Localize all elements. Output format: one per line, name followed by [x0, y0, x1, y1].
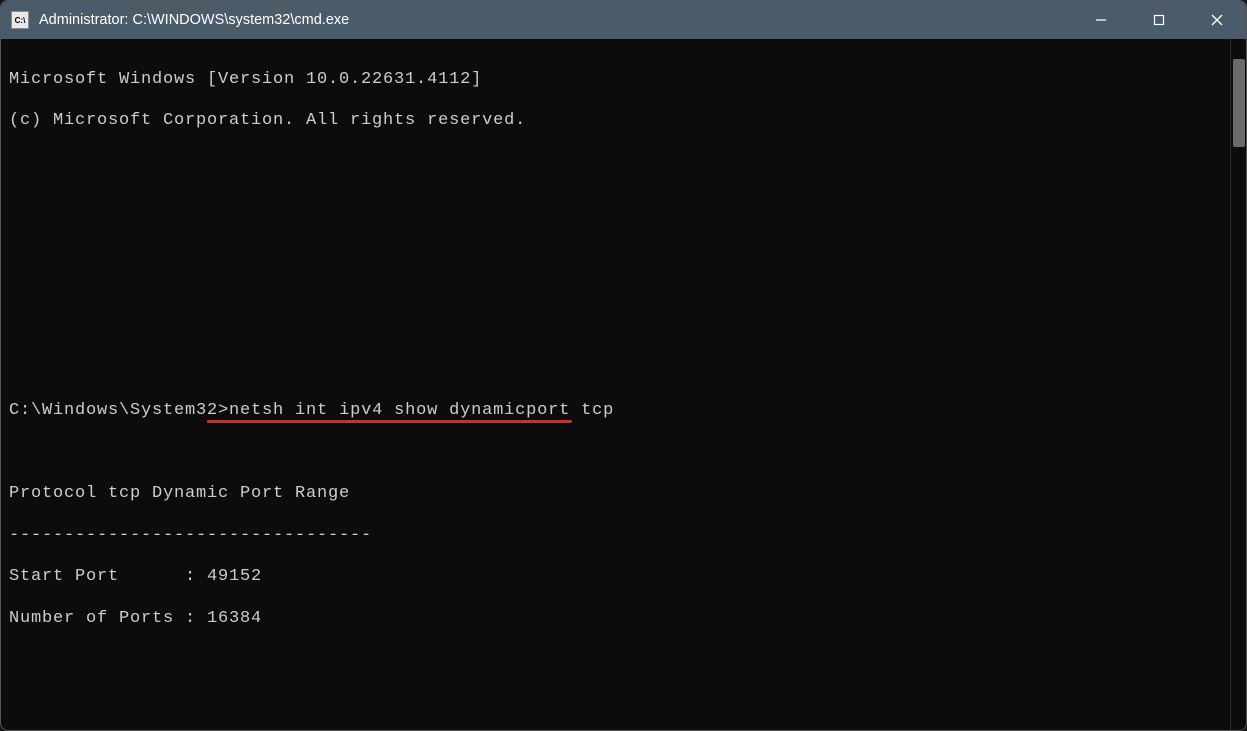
command-1: netsh int ipv4 show dynamicport tcp [229, 401, 614, 420]
window-title: Administrator: C:\WINDOWS\system32\cmd.e… [39, 12, 1072, 28]
close-icon [1211, 14, 1223, 26]
maximize-button[interactable] [1130, 1, 1188, 39]
output-divider: --------------------------------- [9, 526, 1222, 547]
terminal-area: Microsoft Windows [Version 10.0.22631.41… [1, 39, 1246, 730]
scrollbar-track[interactable] [1230, 39, 1246, 730]
close-button[interactable] [1188, 1, 1246, 39]
cmd-window: C:\ Administrator: C:\WINDOWS\system32\c… [0, 0, 1247, 731]
cmd-icon: C:\ [11, 11, 29, 29]
maximize-icon [1153, 14, 1165, 26]
copyright-line: (c) Microsoft Corporation. All rights re… [9, 111, 1222, 132]
prompt: C:\Windows\System32> [9, 401, 229, 420]
titlebar[interactable]: C:\ Administrator: C:\WINDOWS\system32\c… [1, 1, 1246, 39]
output-header: Protocol tcp Dynamic Port Range [9, 484, 1222, 505]
version-line: Microsoft Windows [Version 10.0.22631.41… [9, 70, 1222, 91]
output-start-port: Start Port : 49152 [9, 567, 1222, 588]
minimize-button[interactable] [1072, 1, 1130, 39]
command-line-1: C:\Windows\System32>netsh int ipv4 show … [9, 401, 1222, 422]
minimize-icon [1095, 14, 1107, 26]
output-num-ports: Number of Ports : 16384 [9, 609, 1222, 630]
window-controls [1072, 1, 1246, 39]
scrollbar-thumb[interactable] [1233, 59, 1245, 147]
terminal-output[interactable]: Microsoft Windows [Version 10.0.22631.41… [1, 39, 1230, 730]
annotation-underline [207, 420, 572, 423]
